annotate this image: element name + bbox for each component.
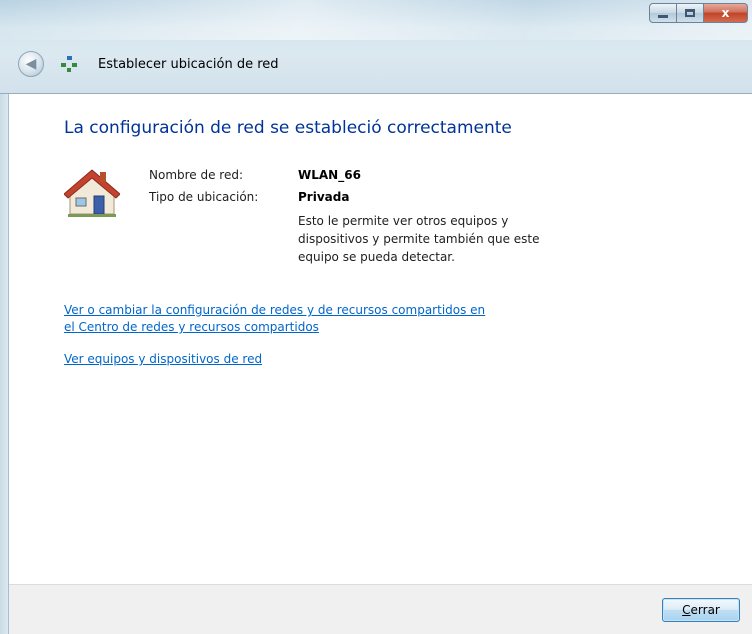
- network-info: Nombre de red: WLAN_66 Tipo de ubicación…: [64, 164, 584, 274]
- window-title: Establecer ubicación de red: [98, 56, 279, 72]
- back-button[interactable]: ◀: [18, 51, 44, 77]
- main-content: La configuración de red se estableció co…: [64, 118, 744, 138]
- close-button-accelerator: C: [682, 603, 691, 617]
- network-center-link-line2[interactable]: el Centro de redes y recursos compartido…: [64, 320, 319, 334]
- dialog-window: x ◀ Establecer ubicación de red La confi…: [0, 0, 752, 634]
- page-heading: La configuración de red se estableció co…: [64, 118, 512, 138]
- network-name-value: WLAN_66: [298, 168, 361, 182]
- maximize-button[interactable]: [677, 3, 704, 23]
- network-icon: [60, 55, 78, 73]
- close-button-label: errar: [690, 603, 720, 617]
- maximize-icon: [685, 9, 695, 17]
- minimize-button[interactable]: [649, 3, 677, 23]
- dialog-footer: Cerrar: [9, 584, 752, 634]
- network-center-link-line1[interactable]: Ver o cambiar la configuración de redes …: [64, 303, 485, 317]
- network-name-label: Nombre de red:: [149, 168, 244, 182]
- back-arrow-icon: ◀: [25, 56, 37, 72]
- house-icon: [64, 169, 120, 217]
- title-bar[interactable]: x ◀ Establecer ubicación de red: [0, 0, 752, 94]
- location-type-label: Tipo de ubicación:: [149, 190, 259, 204]
- view-devices-link[interactable]: Ver equipos y dispositivos de red: [64, 351, 262, 368]
- window-controls: x: [649, 3, 748, 25]
- navigation-row: ◀ Establecer ubicación de red: [18, 51, 279, 77]
- close-button[interactable]: Cerrar: [662, 598, 740, 622]
- window-left-frame: [0, 94, 9, 634]
- close-icon: x: [721, 6, 730, 20]
- network-center-link[interactable]: Ver o cambiar la configuración de redes …: [64, 302, 485, 336]
- close-window-button[interactable]: x: [704, 3, 748, 23]
- location-type-value: Privada: [298, 190, 350, 204]
- minimize-icon: [658, 14, 668, 18]
- location-description: Esto le permite ver otros equipos y disp…: [298, 214, 540, 264]
